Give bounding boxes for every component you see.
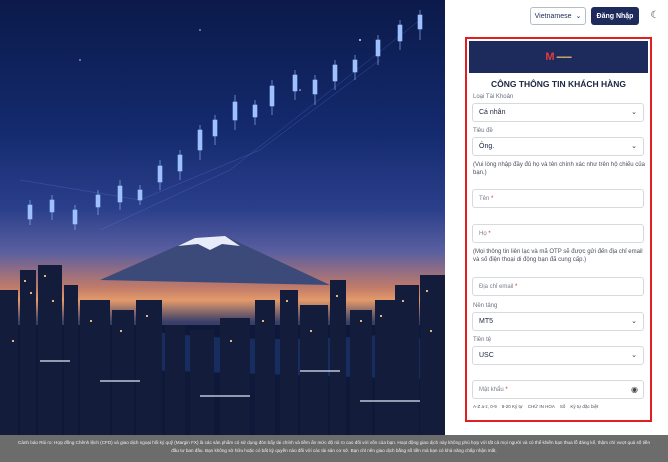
- email-input[interactable]: Địa chỉ email *: [472, 277, 644, 296]
- required-mark: *: [488, 230, 491, 237]
- login-button[interactable]: Đăng Nhập: [591, 7, 639, 25]
- language-label: Vietnamese: [534, 12, 572, 20]
- eye-slash-icon[interactable]: ◉: [631, 385, 638, 394]
- password-hints: A-Z a-z, 0-9 8-20 Ký tự CHỮ IN HOA Số Ký…: [473, 404, 648, 409]
- first-name-placeholder: Tên: [479, 195, 490, 202]
- chevron-down-icon: ⌄: [631, 318, 637, 325]
- chevron-down-icon: ⌄: [631, 143, 637, 150]
- hero-image-city-chart: [0, 0, 445, 435]
- salutation-label: Tiêu đề: [473, 128, 493, 134]
- brightness-icon[interactable]: ☾: [648, 9, 662, 23]
- required-mark: *: [515, 283, 518, 290]
- password-input[interactable]: Mật khẩu * ◉: [472, 380, 644, 399]
- password-hint: A-Z a-z, 0-9: [473, 404, 497, 409]
- chevron-down-icon: ⌄: [631, 109, 637, 116]
- last-name-placeholder: Họ: [479, 230, 487, 237]
- chevron-down-icon: ⌄: [631, 352, 637, 359]
- required-mark: *: [505, 386, 508, 393]
- password-hint: 8-20 Ký tự: [501, 404, 523, 409]
- password-hint: CHỮ IN HOA: [527, 404, 555, 409]
- account-type-label: Loại Tài Khoản: [473, 94, 514, 100]
- language-selector[interactable]: Vietnamese ⌄: [530, 7, 586, 25]
- password-hint: Số: [559, 404, 566, 409]
- currency-value: USC: [479, 352, 494, 359]
- salutation-value: Ông.: [479, 143, 495, 150]
- last-name-input[interactable]: Họ *: [472, 224, 644, 243]
- password-hint: Ký tự đặc biệt: [570, 404, 599, 409]
- currency-select[interactable]: USC ⌄: [472, 346, 644, 365]
- platform-label: Nền tảng: [473, 303, 498, 309]
- account-type-select[interactable]: Cá nhân ⌄: [472, 103, 644, 122]
- account-type-value: Cá nhân: [479, 109, 506, 116]
- password-placeholder: Mật khẩu: [479, 386, 504, 393]
- platform-select[interactable]: MT5 ⌄: [472, 312, 644, 331]
- email-placeholder: Địa chỉ email: [479, 283, 514, 290]
- salutation-select[interactable]: Ông. ⌄: [472, 137, 644, 156]
- required-mark: *: [491, 195, 494, 202]
- platform-value: MT5: [479, 318, 493, 325]
- signup-page: Vietnamese ⌄ Đăng Nhập ☾ M ▬▬▬ CÔNG THÔN…: [0, 0, 668, 462]
- name-note: (Vui lòng nhập đầy đủ họ và tên chính xá…: [473, 162, 645, 176]
- first-name-input[interactable]: Tên *: [472, 189, 644, 208]
- registration-form: M ▬▬▬ CÔNG THÔNG TIN KHÁCH HÀNG Loại Tài…: [465, 37, 652, 422]
- form-title: CÔNG THÔNG TIN KHÁCH HÀNG: [490, 79, 627, 89]
- brand-logo-wordmark: ▬▬▬: [556, 54, 572, 60]
- risk-warning-footer: Cảnh báo Rủi ro: Hợp đồng Chênh lệch (CF…: [0, 435, 668, 462]
- brand-logo-bar: M ▬▬▬: [469, 41, 648, 73]
- brand-logo-icon: M: [545, 51, 555, 63]
- chevron-down-icon: ⌄: [575, 13, 582, 20]
- currency-label: Tiền tệ: [473, 337, 492, 343]
- contact-note: (Mọi thông tin liên lạc và mã OTP sẽ đượ…: [473, 249, 643, 263]
